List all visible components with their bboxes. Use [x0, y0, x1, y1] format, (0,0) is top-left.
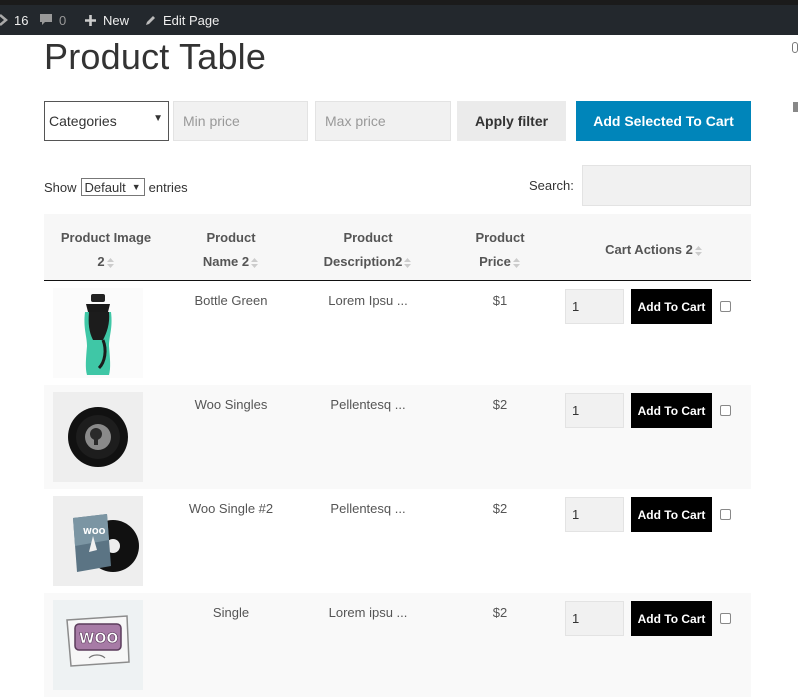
column-header-image[interactable]: Product Image 2 [50, 226, 162, 274]
sort-icon [251, 257, 259, 268]
column-header-name-line2: Name 2 [202, 254, 250, 269]
updates-count: 16 [14, 12, 29, 28]
quantity-input[interactable]: 1 [565, 497, 624, 532]
column-header-description[interactable]: Product Description2 [308, 226, 428, 274]
product-image[interactable]: WOO [53, 600, 143, 690]
edge-marker [793, 102, 798, 112]
column-header-name-line1: Product [206, 230, 256, 245]
entries-select[interactable]: Default ▼ [80, 178, 145, 196]
product-price: $2 [492, 501, 508, 516]
column-header-description-line2: Description2 [323, 254, 403, 269]
product-description: Lorem ipsu ... [328, 605, 408, 620]
quantity-input[interactable]: 1 [565, 601, 624, 636]
product-image[interactable] [53, 288, 143, 378]
product-price: $1 [492, 293, 508, 308]
admin-bar: 16 0 New Edit Page [0, 0, 798, 35]
max-price-input[interactable]: Max price [315, 101, 451, 141]
table-row: WOO Woo Single #2 Pellentesq ... $2 1 Ad… [44, 489, 751, 593]
quantity-input[interactable]: 1 [565, 289, 624, 324]
product-description: Pellentesq ... [330, 397, 406, 412]
entries-label: entries [148, 179, 188, 195]
select-row-checkbox[interactable] [720, 613, 731, 624]
table-row: Woo Singles Pellentesq ... $2 1 Add To C… [44, 385, 751, 489]
quantity-value: 1 [572, 403, 580, 418]
select-row-checkbox[interactable] [720, 405, 731, 416]
product-image[interactable]: WOO [53, 496, 143, 586]
product-name: Woo Singles [194, 397, 268, 412]
sort-icon [512, 257, 520, 268]
woo-sticker-image: WOO [66, 615, 130, 667]
column-header-price-line1: Product [475, 230, 525, 245]
column-header-price[interactable]: Product Price [454, 226, 546, 274]
quantity-value: 1 [572, 507, 580, 522]
add-to-cart-button[interactable]: Add To Cart [631, 393, 712, 428]
select-row-checkbox[interactable] [720, 301, 731, 312]
table-row: WOO Single Lorem ipsu ... $2 1 Add To Ca… [44, 593, 751, 697]
comments-count: 0 [59, 12, 67, 28]
sort-icon [404, 257, 412, 268]
quantity-input[interactable]: 1 [565, 393, 624, 428]
caret-down-icon: ▼ [153, 113, 163, 124]
column-header-cart-actions[interactable]: Cart Actions 2 [584, 238, 724, 262]
product-image[interactable] [53, 392, 143, 482]
table-row: Bottle Green Lorem Ipsu ... $1 1 Add To … [44, 281, 751, 385]
add-to-cart-button[interactable]: Add To Cart [631, 497, 712, 532]
search-input[interactable] [582, 165, 751, 206]
plus-icon [85, 14, 96, 26]
table-header: Product Image 2 Product Name 2 Product D… [44, 214, 751, 281]
product-price: $2 [492, 605, 508, 620]
column-header-image-line1: Product Image [60, 230, 152, 245]
page-title: Product Table [44, 36, 267, 77]
pencil-icon [146, 15, 155, 25]
edit-page-item[interactable]: Edit Page [144, 12, 219, 28]
admin-bar-top-edge [0, 0, 798, 5]
min-price-input[interactable]: Min price [173, 101, 308, 141]
edit-page-label: Edit Page [163, 12, 220, 28]
search-label: Search: [529, 178, 574, 193]
product-name: Single [212, 605, 250, 620]
select-row-checkbox[interactable] [720, 509, 731, 520]
categories-select-value: Categories [49, 113, 117, 129]
column-header-image-line2: 2 [97, 254, 105, 269]
edge-scroll-icon [792, 42, 798, 53]
min-price-placeholder: Min price [183, 113, 240, 129]
apply-filter-button[interactable]: Apply filter [457, 101, 566, 141]
caret-down-icon: ▼ [131, 182, 141, 192]
vinyl-record-image [68, 407, 128, 467]
quantity-value: 1 [572, 611, 580, 626]
product-description: Pellentesq ... [330, 501, 406, 516]
column-header-cart-actions-label: Cart Actions 2 [605, 242, 693, 257]
sleeve-text: WOO [83, 527, 106, 536]
new-label: New [103, 12, 130, 28]
max-price-placeholder: Max price [325, 113, 386, 129]
album-sleeve-image: WOO [73, 514, 139, 572]
show-label: Show [44, 179, 77, 195]
add-selected-to-cart-button[interactable]: Add Selected To Cart [576, 101, 751, 141]
updates-item[interactable]: 16 [0, 12, 28, 28]
categories-select[interactable]: Categories ▼ [44, 101, 169, 141]
show-entries-control: Show Default ▼ entries [44, 178, 188, 196]
product-description: Lorem Ipsu ... [328, 293, 408, 308]
sort-icon [106, 257, 114, 268]
new-content-item[interactable]: New [84, 12, 129, 28]
water-bottle-image [84, 294, 112, 375]
product-name: Bottle Green [194, 293, 268, 308]
add-to-cart-button[interactable]: Add To Cart [631, 601, 712, 636]
comment-icon [40, 14, 52, 25]
column-header-name[interactable]: Product Name 2 [174, 226, 288, 274]
product-name: Woo Single #2 [188, 501, 274, 516]
sort-icon [694, 245, 702, 256]
column-header-description-line1: Product [343, 230, 393, 245]
entries-select-value: Default [84, 179, 126, 195]
comments-item[interactable]: 0 [39, 12, 66, 28]
sticker-text: WOO [79, 631, 118, 647]
quantity-value: 1 [572, 299, 580, 314]
add-to-cart-button[interactable]: Add To Cart [631, 289, 712, 324]
updates-icon [0, 14, 8, 26]
product-price: $2 [492, 397, 508, 412]
column-header-price-line2: Price [479, 254, 511, 269]
